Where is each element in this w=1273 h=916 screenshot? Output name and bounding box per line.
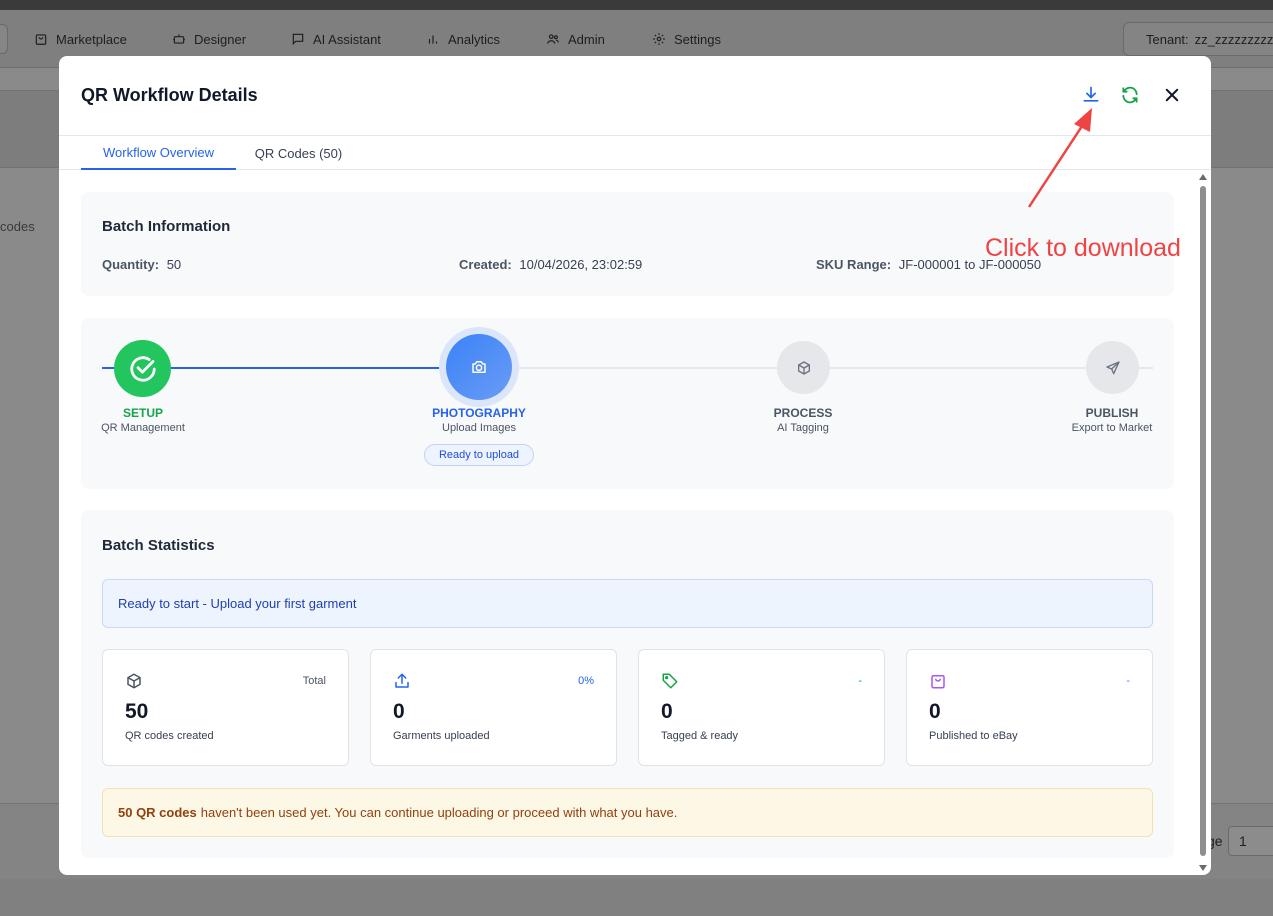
tab-qr-codes[interactable]: QR Codes (50) — [246, 136, 351, 170]
nav-item-admin[interactable]: Admin — [546, 28, 605, 50]
step-photography-sub: Upload Images — [442, 422, 516, 434]
stat-value: 0 — [661, 700, 673, 723]
notice-bold-text: 50 QR codes — [118, 805, 197, 820]
tenant-value: zz_zzzzzzzzzzz — [1194, 31, 1273, 47]
step-photography-circle[interactable] — [446, 334, 512, 400]
created-field: Created: 10/04/2026, 23:02:59 — [459, 257, 642, 272]
quantity-value: 50 — [166, 257, 182, 272]
background-codes-text: codes — [0, 219, 35, 234]
package-icon — [127, 673, 141, 689]
scroll-up-arrow[interactable] — [1199, 174, 1207, 180]
nav-left-chip[interactable] — [0, 24, 8, 54]
step-publish-circle[interactable] — [1086, 341, 1139, 394]
background-page-input[interactable]: 1 — [1228, 826, 1273, 856]
check-circle-icon — [129, 355, 156, 382]
annotation-arrow — [1027, 108, 1092, 208]
nav-item-label: Designer — [194, 31, 247, 47]
robot-icon — [173, 34, 185, 44]
workflow-steps-card: SETUP QR Management PHOTOGRAPHY Upload I… — [81, 318, 1174, 489]
background-bottom — [0, 879, 1273, 916]
stat-value: 0 — [393, 700, 405, 723]
stat-card-qr-codes: Total 50 QR codes created — [102, 649, 349, 766]
shopping-bag-icon — [35, 34, 47, 45]
bar-chart-icon — [428, 35, 438, 44]
scroll-thumb[interactable] — [1200, 186, 1206, 856]
camera-icon — [472, 361, 486, 373]
tenant-selector[interactable]: Tenant: zz_zzzzzzzzzzz — [1123, 22, 1273, 56]
step-setup-sub: QR Management — [101, 422, 185, 434]
scroll-down-arrow[interactable] — [1199, 865, 1207, 871]
stat-label: Tagged & ready — [661, 730, 739, 742]
step-process-name: PROCESS — [773, 406, 833, 420]
nav-item-marketplace[interactable]: Marketplace — [34, 28, 127, 50]
tenant-label: Tenant: — [1146, 31, 1189, 47]
batch-statistics-title: Batch Statistics — [102, 537, 215, 554]
nav-item-ai-assistant[interactable]: AI Assistant — [291, 28, 381, 50]
stat-label: Garments uploaded — [393, 730, 490, 742]
step-process-circle[interactable] — [777, 341, 830, 394]
step-setup-name: SETUP — [122, 406, 163, 420]
stat-value: 50 — [125, 700, 149, 723]
stat-card-tagged: - 0 Tagged & ready — [638, 649, 885, 766]
modal-scrollbar[interactable] — [1198, 172, 1208, 875]
close-icon — [1165, 88, 1179, 102]
tab-workflow-overview[interactable]: Workflow Overview — [81, 136, 236, 170]
stat-tag: Total — [302, 675, 326, 687]
step-process-sub: AI Tagging — [777, 422, 829, 434]
stat-label: QR codes created — [125, 730, 214, 742]
status-pill: Ready to upload — [424, 444, 534, 466]
sku-range-label: SKU Range: — [816, 257, 892, 272]
stat-value: 0 — [929, 700, 941, 723]
annotation-text: Click to download — [985, 234, 1181, 262]
nav-item-designer[interactable]: Designer — [172, 28, 246, 50]
stat-card-garments: 0% 0 Garments uploaded — [370, 649, 617, 766]
close-button[interactable] — [1159, 82, 1185, 108]
created-value: 10/04/2026, 23:02:59 — [519, 257, 643, 272]
batch-statistics-card: Batch Statistics Ready to start - Upload… — [81, 510, 1174, 858]
chat-bubble-icon — [292, 33, 304, 46]
nav-item-label: Analytics — [448, 31, 501, 47]
nav-item-label: Settings — [674, 31, 721, 47]
nav-item-label: AI Assistant — [313, 31, 381, 47]
nav-item-settings[interactable]: Settings — [652, 28, 721, 50]
unused-codes-notice: 50 QR codes haven't been used yet. You c… — [102, 788, 1153, 837]
batch-information-title: Batch Information — [102, 218, 231, 235]
upload-icon — [395, 673, 409, 688]
stat-tag: 0% — [578, 675, 594, 687]
window-top-strip — [0, 0, 1273, 10]
step-publish-sub: Export to Market — [1071, 422, 1153, 434]
step-publish-name: PUBLISH — [1085, 406, 1139, 420]
refresh-button[interactable] — [1117, 82, 1143, 108]
notice-text: haven't been used yet. You can continue … — [200, 805, 678, 820]
ready-banner: Ready to start - Upload your first garme… — [102, 579, 1153, 628]
step-setup-circle[interactable] — [114, 340, 171, 397]
send-icon — [1105, 360, 1120, 374]
tag-icon — [662, 673, 678, 689]
nav-item-label: Admin — [568, 31, 605, 47]
refresh-icon — [1122, 86, 1138, 104]
shopping-bag-icon — [931, 675, 945, 689]
stat-tag: - — [1126, 675, 1130, 687]
stat-tag: - — [858, 675, 862, 687]
quantity-field: Quantity: 50 — [102, 257, 181, 272]
stat-card-published: - 0 Published to eBay — [906, 649, 1153, 766]
step-photography-name: PHOTOGRAPHY — [432, 406, 526, 420]
nav-item-analytics[interactable]: Analytics — [426, 28, 500, 50]
gear-icon — [653, 33, 665, 45]
stat-label: Published to eBay — [929, 730, 1018, 742]
users-icon — [547, 34, 559, 44]
package-icon — [797, 360, 810, 375]
modal-title: QR Workflow Details — [81, 85, 258, 105]
quantity-label: Quantity: — [102, 257, 160, 272]
created-label: Created: — [459, 257, 512, 272]
nav-item-label: Marketplace — [56, 31, 127, 47]
